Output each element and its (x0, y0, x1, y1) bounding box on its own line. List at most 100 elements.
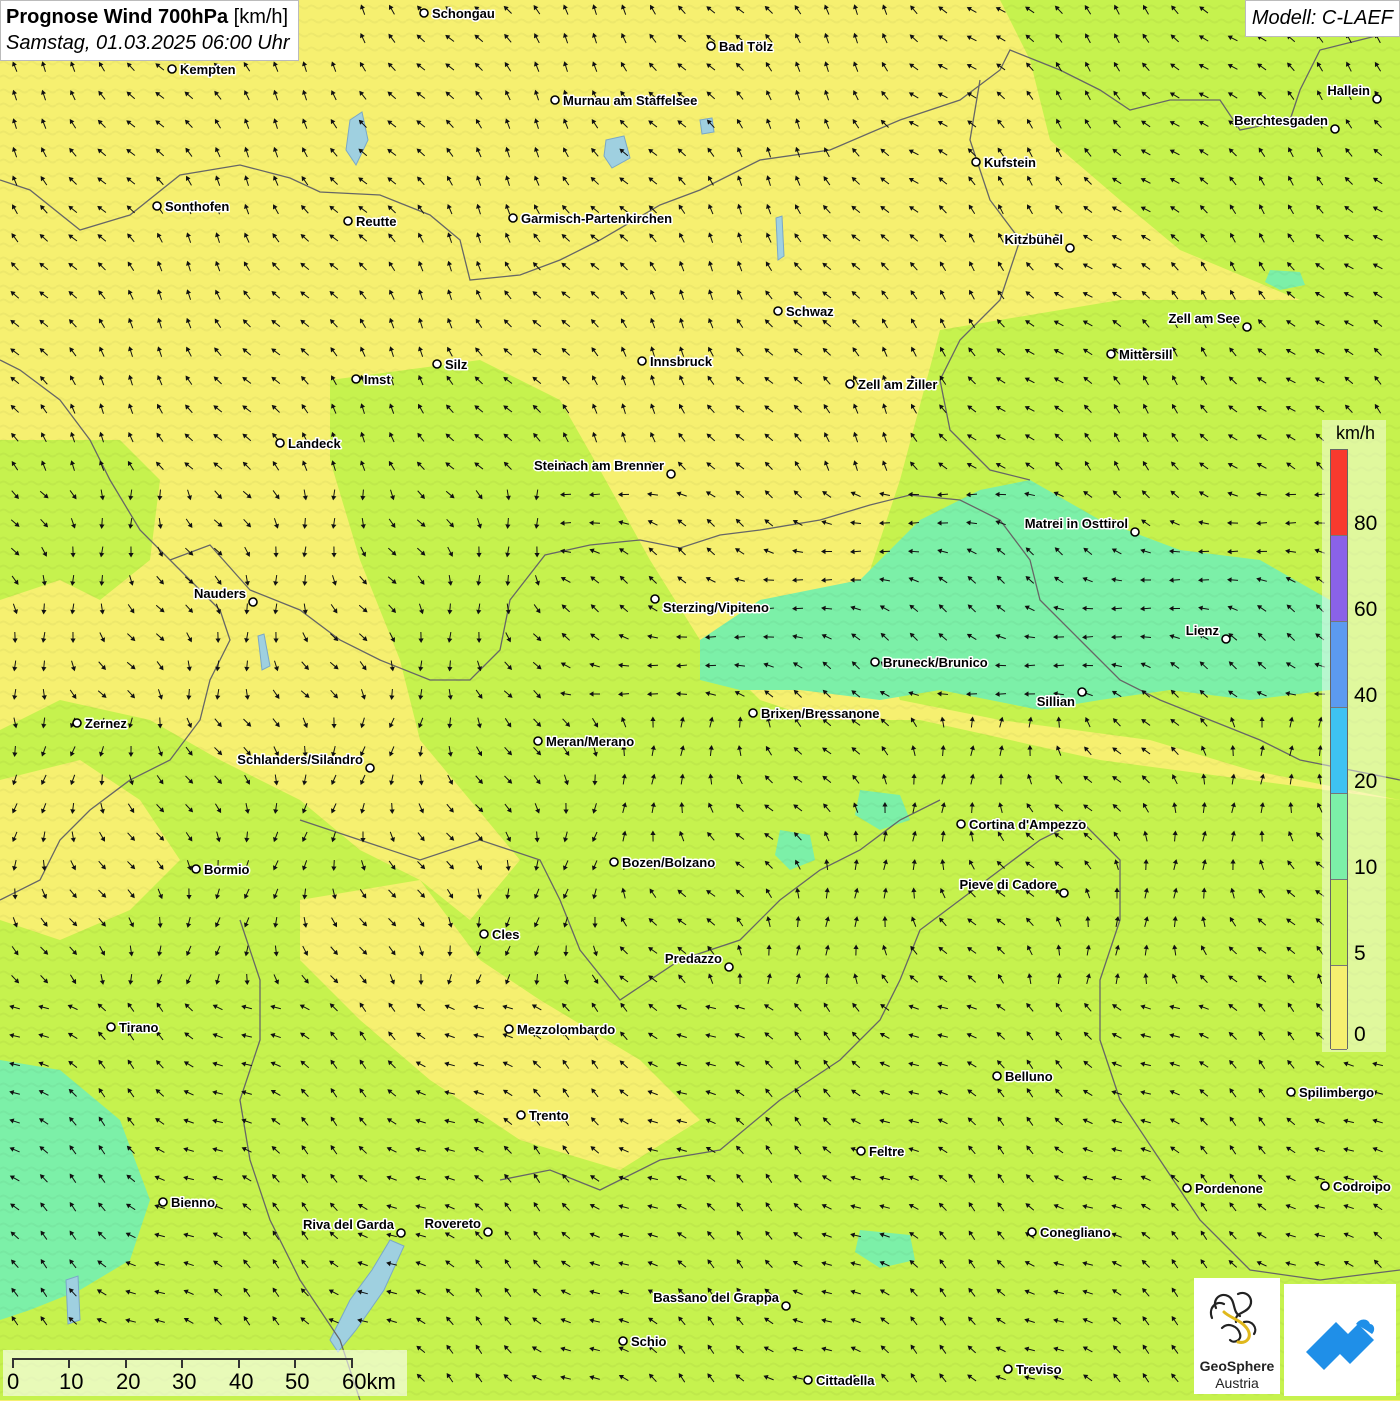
city-dot (1004, 1365, 1012, 1373)
lake-achensee (776, 216, 784, 260)
city-dot (1107, 350, 1115, 358)
city-dot (638, 357, 646, 365)
city-dot (159, 1198, 167, 1206)
city-dot (344, 217, 352, 225)
scale-tick (238, 1358, 240, 1368)
city-label: Cles (492, 927, 519, 942)
city-dot (509, 214, 517, 222)
city-dot (249, 598, 257, 606)
legend-segment (1331, 536, 1347, 622)
city-label: Bormio (204, 862, 250, 877)
city-label: Riva del Garda (303, 1217, 395, 1232)
legend-segment (1331, 794, 1347, 880)
city-dot (1373, 95, 1381, 103)
scale-tick (125, 1358, 127, 1368)
city-dot (480, 930, 488, 938)
scale-label: 0 (7, 1370, 19, 1394)
city-dot (505, 1025, 513, 1033)
city-label: Bad Tölz (719, 39, 774, 54)
city-dot (619, 1337, 627, 1345)
city-dot (610, 858, 618, 866)
title-line: Prognose Wind 700hPa [km/h] (6, 4, 290, 30)
city-marker: Murnau am Staffelsee (551, 93, 697, 108)
scale-tick (181, 1358, 183, 1368)
city-label: Schwaz (786, 304, 834, 319)
city-label: Belluno (1005, 1069, 1053, 1084)
city-dot (1183, 1184, 1191, 1192)
city-marker: Sonthofen (153, 199, 229, 214)
legend-label: 0 (1354, 1024, 1366, 1046)
city-label: Brixen/Bressanone (761, 706, 880, 721)
city-dot (782, 1302, 790, 1310)
city-marker: Innsbruck (638, 354, 713, 369)
city-label: Landeck (288, 436, 342, 451)
blue-logo[interactable] (1284, 1284, 1396, 1396)
legend-label: 20 (1354, 771, 1377, 793)
city-label: Innsbruck (650, 354, 713, 369)
scale-bar: 0102030405060km (3, 1350, 407, 1396)
city-label: Silz (445, 357, 468, 372)
logo-line1: GeoSphere (1194, 1358, 1280, 1374)
legend-segment (1331, 966, 1347, 1050)
city-marker: Cortina d'Ampezzo (957, 817, 1086, 832)
city-dot (517, 1111, 525, 1119)
city-dot (352, 375, 360, 383)
city-label: Kempten (180, 62, 236, 77)
city-marker: Brixen/Bressanone (749, 706, 880, 721)
scale-tick (68, 1358, 70, 1368)
legend-segment (1331, 708, 1347, 794)
title-unit: [km/h] (234, 6, 288, 28)
city-label: Pordenone (1195, 1181, 1263, 1196)
city-dot (168, 65, 176, 73)
city-marker: Pordenone (1183, 1181, 1263, 1196)
city-dot (551, 96, 559, 104)
city-label: Zell am Ziller (858, 377, 937, 392)
city-marker: Conegliano (1028, 1225, 1111, 1240)
city-dot (276, 439, 284, 447)
legend-segment (1331, 622, 1347, 708)
city-dot (993, 1072, 1001, 1080)
city-dot (534, 737, 542, 745)
city-label: Spilimbergo (1299, 1085, 1374, 1100)
scale-label: 40 (229, 1370, 253, 1394)
title-box: Prognose Wind 700hPa [km/h] Samstag, 01.… (0, 0, 299, 61)
city-label: Cortina d'Ampezzo (969, 817, 1086, 832)
city-label: Berchtesgaden (1234, 113, 1328, 128)
city-label: Sillian (1037, 694, 1075, 709)
forecast-datetime: Samstag, 01.03.2025 06:00 Uhr (6, 30, 290, 56)
city-dot (1321, 1182, 1329, 1190)
city-label: Lienz (1186, 623, 1220, 638)
legend-color-bar (1330, 449, 1348, 1049)
legend-label: 60 (1354, 599, 1377, 621)
wind-map[interactable]: SchongauBad TölzKemptenMurnau am Staffel… (0, 0, 1400, 1400)
blue-mountain-icon (1284, 1284, 1396, 1396)
city-dot (1243, 323, 1251, 331)
city-dot (957, 820, 965, 828)
color-legend: km/h 806040201050 (1322, 420, 1386, 1052)
city-label: Hallein (1327, 83, 1370, 98)
scale-label: 50 (285, 1370, 309, 1394)
legend-segment (1331, 450, 1347, 536)
city-label: Mezzolombardo (517, 1022, 615, 1037)
scale-tick (351, 1358, 353, 1368)
city-label: Zernez (85, 716, 127, 731)
city-label: Steinach am Brenner (534, 458, 664, 473)
city-dot (804, 1376, 812, 1384)
legend-label: 5 (1354, 943, 1366, 965)
city-dot (484, 1228, 492, 1236)
city-label: Meran/Merano (546, 734, 634, 749)
lake-walchensee (700, 118, 714, 134)
city-dot (1078, 688, 1086, 696)
city-label: Sterzing/Vipiteno (663, 600, 769, 615)
city-dot (972, 158, 980, 166)
city-dot (1287, 1088, 1295, 1096)
city-label: Pieve di Cadore (959, 877, 1057, 892)
city-marker: Mezzolombardo (505, 1022, 615, 1037)
legend-label: 80 (1354, 513, 1377, 535)
city-dot (1331, 125, 1339, 133)
city-dot (1222, 635, 1230, 643)
city-label: Bozen/Bolzano (622, 855, 715, 870)
geosphere-logo[interactable]: GeoSphere Austria (1194, 1278, 1280, 1394)
city-label: Imst (364, 372, 391, 387)
scale-label: 60km (342, 1370, 396, 1394)
